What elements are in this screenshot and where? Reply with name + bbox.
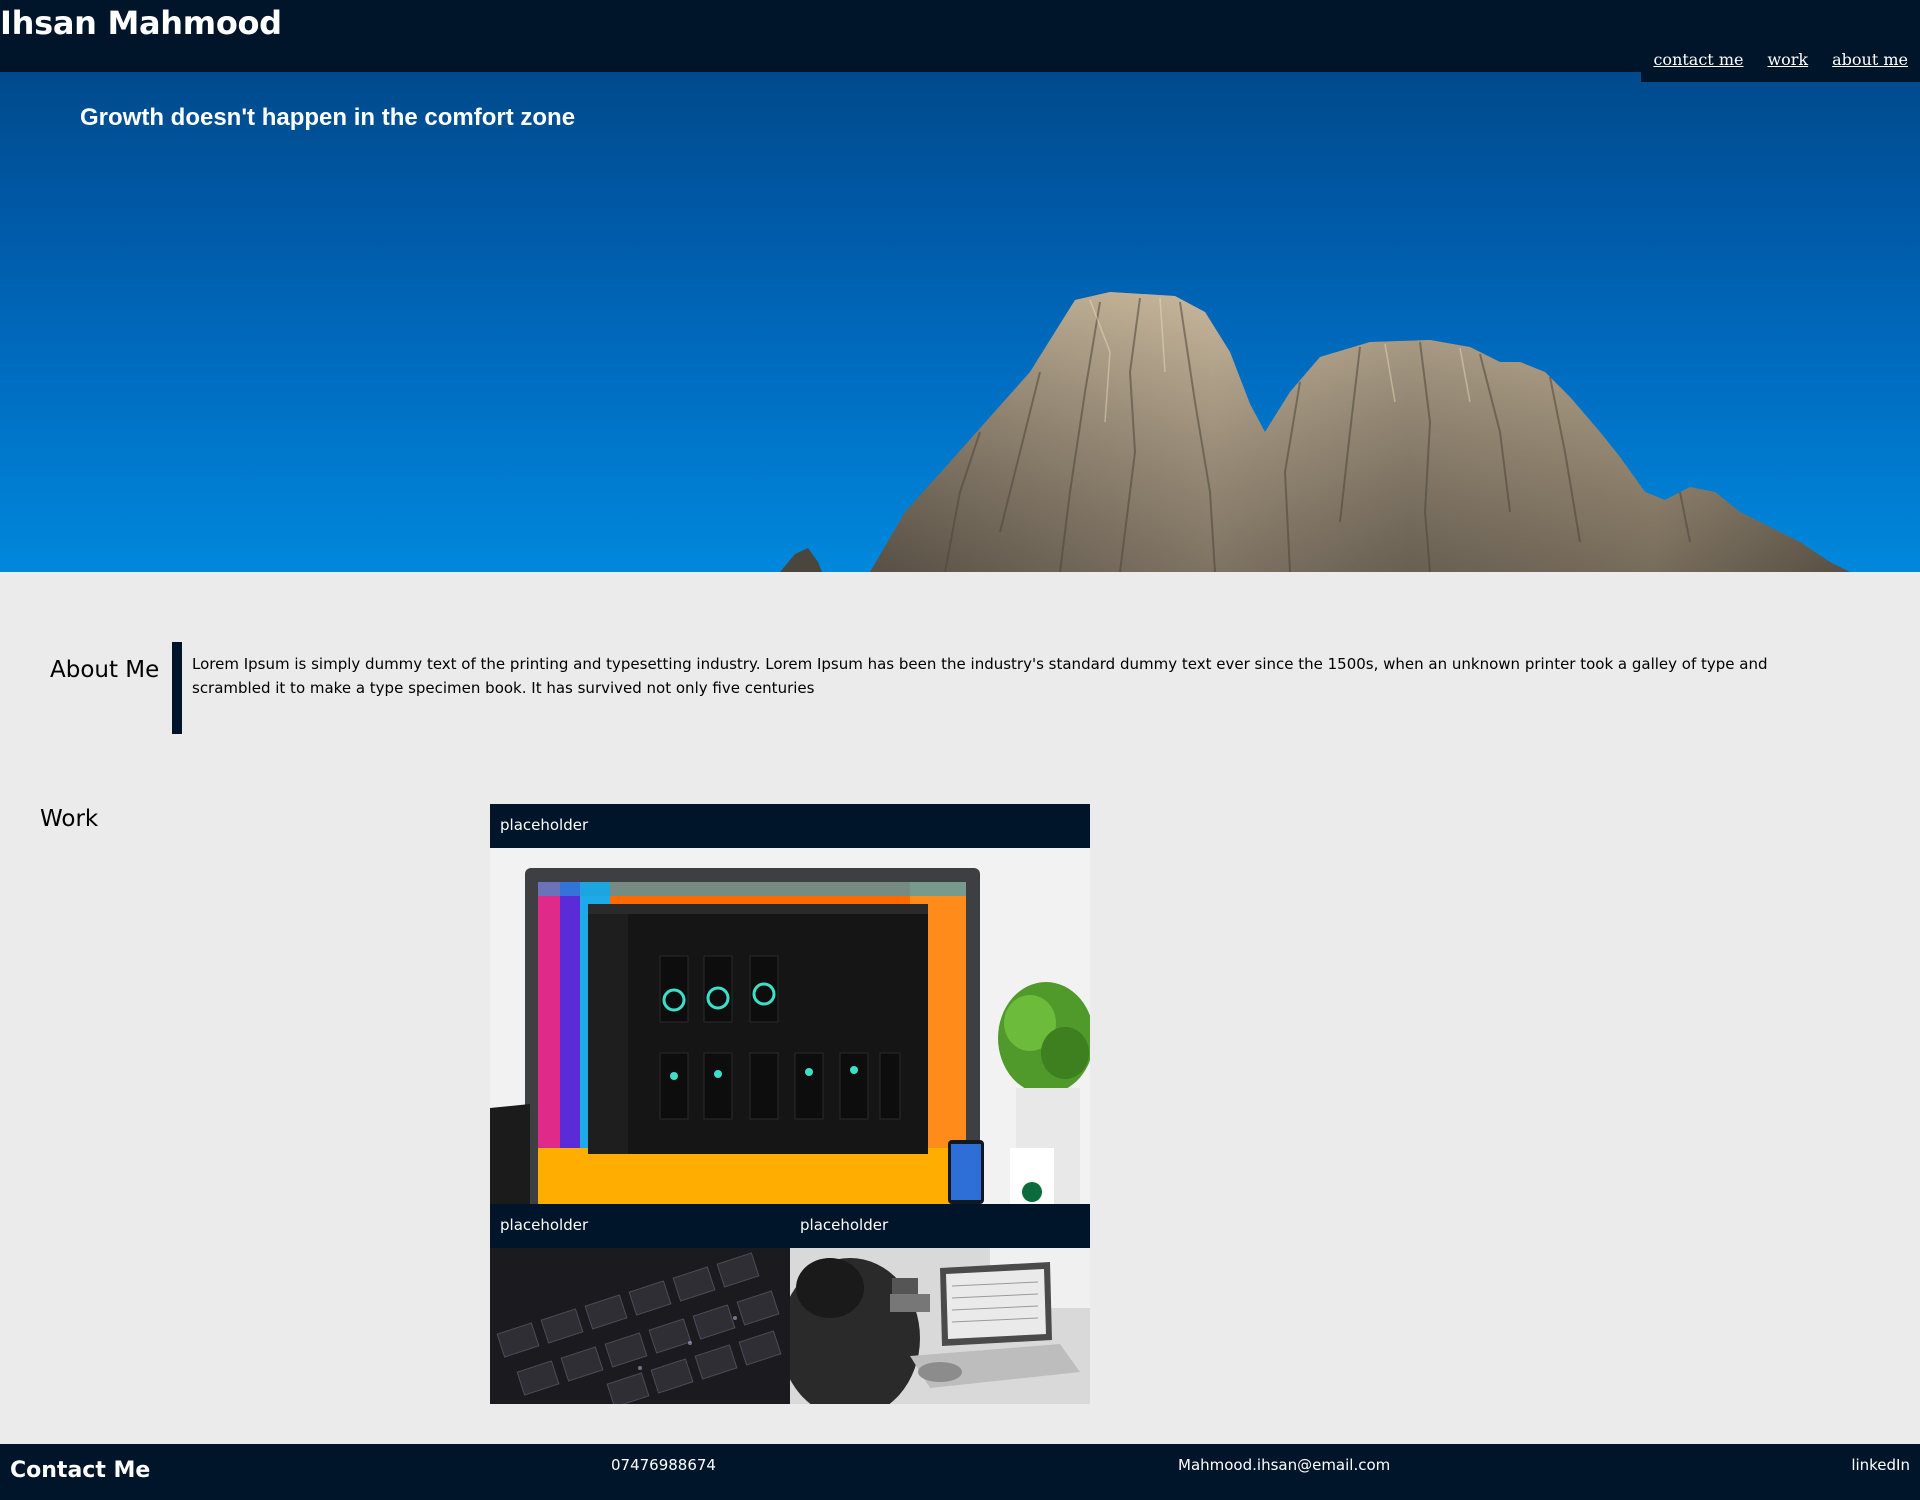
about-text: Lorem Ipsum is simply dummy text of the …	[192, 655, 1768, 697]
laptop-typing-photo	[790, 1248, 1090, 1404]
nav-link-contact[interactable]: contact me	[1653, 50, 1743, 69]
mountain-hero-image	[780, 292, 1850, 572]
work-card-title: placeholder	[490, 1204, 790, 1248]
footer-phone: 07476988674	[611, 1456, 716, 1474]
hero-banner: Growth doesn't happen in the comfort zon…	[0, 72, 1920, 572]
site-footer: Contact Me 07476988674 Mahmood.ihsan@ema…	[0, 1444, 1920, 1500]
work-heading: Work	[40, 806, 99, 832]
nav-link-about[interactable]: about me	[1832, 50, 1908, 69]
site-title: Ihsan Mahmood	[0, 4, 282, 42]
desktop-monitor-photo	[490, 848, 1090, 1204]
work-card-laptop[interactable]: placeholder	[790, 1204, 1090, 1404]
about-heading: About Me	[50, 657, 160, 683]
keyboard-photo	[490, 1248, 790, 1404]
hero-quote: Growth doesn't happen in the comfort zon…	[80, 104, 576, 131]
work-card-title: placeholder	[790, 1204, 1090, 1248]
main-nav: contact me work about me	[1641, 42, 1920, 82]
about-accent-bar	[172, 642, 182, 734]
footer-linkedin-link[interactable]: linkedIn	[1851, 1456, 1910, 1474]
footer-email[interactable]: Mahmood.ihsan@email.com	[1178, 1456, 1390, 1474]
nav-link-work[interactable]: work	[1767, 50, 1808, 69]
work-card-title: placeholder	[490, 804, 1090, 848]
footer-title: Contact Me	[10, 1458, 151, 1483]
work-card-keyboard[interactable]: placeholder	[490, 1204, 790, 1404]
work-card-featured[interactable]: placeholder	[490, 804, 1090, 1204]
site-header: Ihsan Mahmood	[0, 0, 1920, 72]
